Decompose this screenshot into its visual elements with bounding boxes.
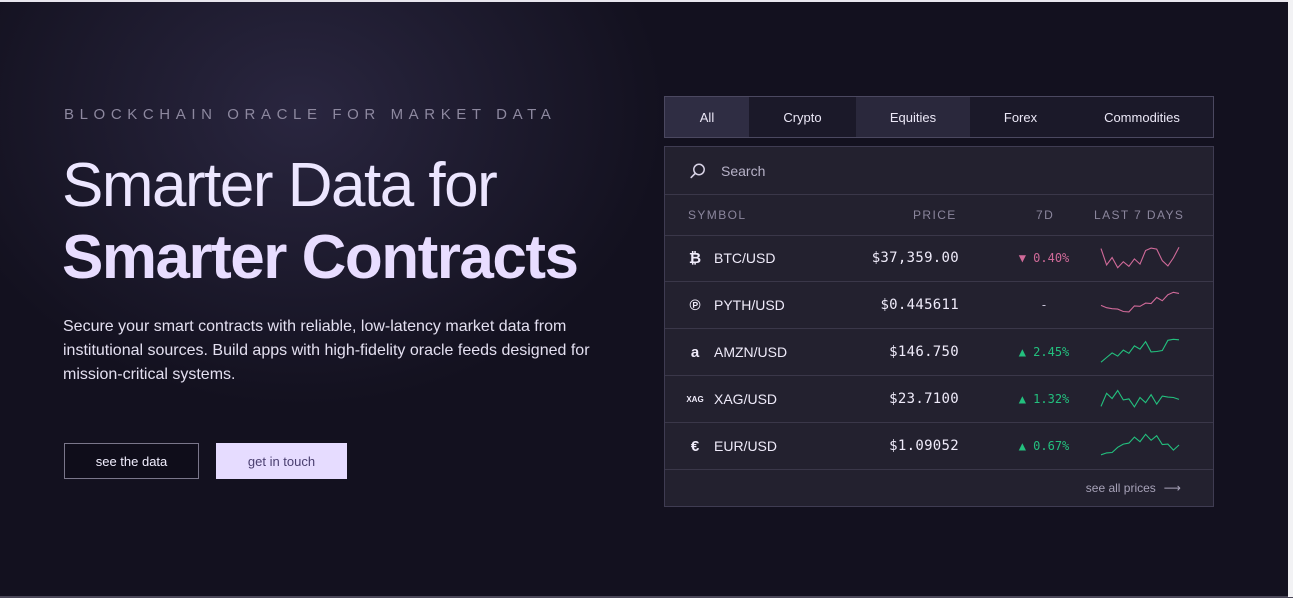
sparkline-chart [1100,246,1180,269]
change-7d: - [1007,298,1081,312]
search-input[interactable] [719,159,1193,183]
change-value: 0.40% [1033,251,1070,265]
change-7d: ▲ 2.45% [1007,345,1081,359]
headline: Smarter Data for Smarter Contracts [62,150,579,294]
price-value: $1.09052 [889,438,959,454]
price-value: $0.445611 [880,297,959,313]
change-value: - [1040,298,1048,312]
trend-indicator-icon: ▲ [1018,392,1034,406]
symbol-label: PYTH/USD [714,297,785,313]
change-value: 2.45% [1033,345,1070,359]
tab-commodities[interactable]: Commodities [1071,97,1213,137]
sparkline-line [1100,246,1180,269]
amazon-icon: a [690,343,700,361]
eyebrow-label: BLOCKCHAIN ORACLE FOR MARKET DATA [64,106,557,123]
see-the-data-button[interactable]: see the data [64,443,199,479]
table-row[interactable]: € EUR/USD $1.09052 ▲ 0.67% [665,423,1213,470]
table-header: SYMBOL PRICE 7D LAST 7 DAYS [665,194,1213,236]
table-row[interactable]: ₿ BTC/USD $37,359.00 ▼ 0.40% [665,235,1213,282]
price-table-panel: SYMBOL PRICE 7D LAST 7 DAYS ₿ BTC/USD $3… [664,146,1214,507]
pyth-icon: ℗ [689,296,701,314]
table-row[interactable]: a AMZN/USD $146.750 ▲ 2.45% [665,329,1213,376]
tab-forex[interactable]: Forex [970,97,1071,137]
symbol-label: BTC/USD [714,250,776,266]
table-row[interactable]: ℗ PYTH/USD $0.445611 - [665,282,1213,329]
hero-description: Secure your smart contracts with reliabl… [63,318,590,383]
trend-indicator-icon: ▲ [1018,345,1034,359]
sparkline-line [1100,338,1180,363]
see-all-prices-link[interactable]: see all prices ⟶ [1086,481,1181,495]
price-value: $23.7100 [889,391,959,407]
see-all-label: see all prices [1085,481,1156,495]
price-value: $37,359.00 [871,250,959,266]
arrow-right-icon: ⟶ [1163,481,1181,495]
search-bar [665,147,1213,195]
change-7d: ▲ 0.67% [1007,439,1081,453]
window-edge [1288,0,1293,597]
sparkline-line [1100,433,1180,456]
trend-indicator-icon: ▲ [1018,439,1034,453]
change-7d: ▼ 0.40% [1007,251,1081,265]
tab-all[interactable]: All [665,97,749,137]
table-row[interactable]: XAG XAG/USD $23.7100 ▲ 1.32% [665,376,1213,423]
sparkline-chart [1100,338,1180,363]
column-header-symbol[interactable]: SYMBOL [688,208,746,222]
headline-line-2: Smarter Contracts [62,223,579,292]
get-in-touch-button[interactable]: get in touch [216,443,347,479]
change-7d: ▲ 1.32% [1007,392,1081,406]
change-value: 0.67% [1033,439,1070,453]
headline-line-1: Smarter Data for [62,151,498,220]
symbol-label: XAG/USD [714,391,778,407]
tab-equities[interactable]: Equities [856,97,970,137]
search-icon [690,163,705,179]
sparkline-line [1100,291,1180,313]
sparkline-chart [1100,389,1180,408]
hero-section: BLOCKCHAIN ORACLE FOR MARKET DATA Smarte… [0,0,1293,598]
sparkline-line [1100,389,1180,408]
column-header-7d[interactable]: 7D [1036,208,1054,222]
symbol-label: EUR/USD [714,438,778,454]
sparkline-chart [1100,291,1180,313]
trend-indicator-icon: ▼ [1018,251,1034,265]
xag-icon: XAG [686,394,704,404]
column-header-price[interactable]: PRICE [913,208,957,222]
sparkline-chart [1100,433,1180,456]
price-value: $146.750 [889,344,959,360]
bitcoin-icon: ₿ [688,249,702,267]
asset-class-tabs: All Crypto Equities Forex Commodities [664,96,1214,138]
tab-crypto[interactable]: Crypto [749,97,856,137]
symbol-label: AMZN/USD [714,344,788,360]
change-value: 1.32% [1033,392,1070,406]
euro-icon: € [690,437,700,455]
column-header-last-7-days: LAST 7 DAYS [1094,208,1185,222]
